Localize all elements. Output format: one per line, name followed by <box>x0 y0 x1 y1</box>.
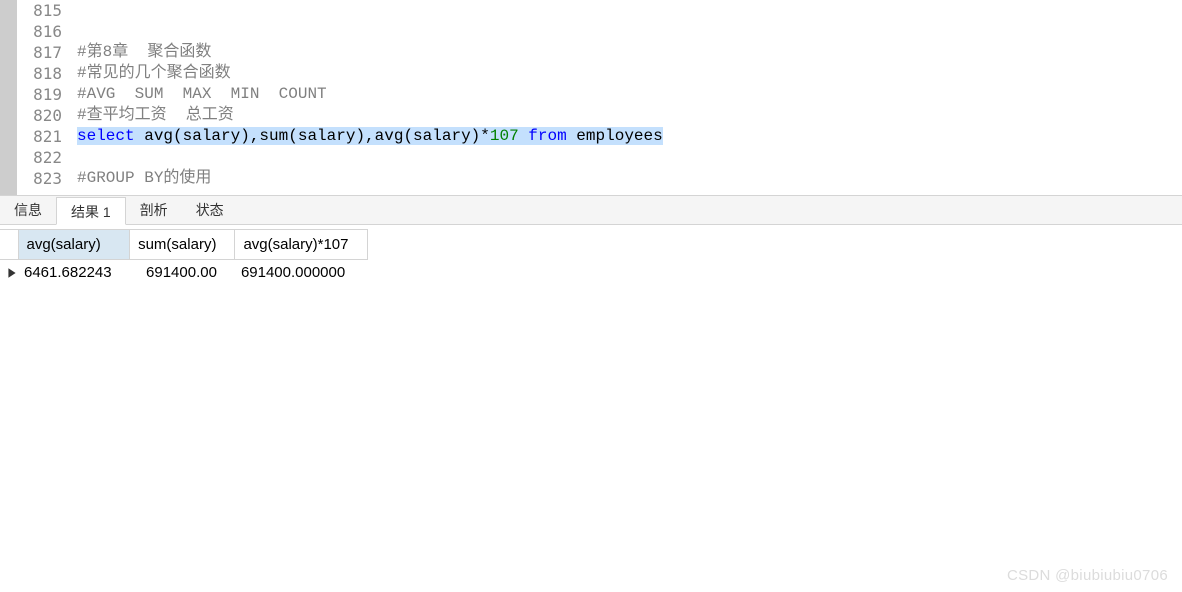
result-tab[interactable]: 状态 <box>182 196 238 224</box>
line-number: 823 <box>17 168 77 189</box>
line-number: 815 <box>17 0 77 21</box>
result-tab[interactable]: 剖析 <box>126 196 182 224</box>
line-number: 816 <box>17 21 77 42</box>
line-number: 822 <box>17 147 77 168</box>
column-header[interactable]: sum(salary) <box>130 230 235 260</box>
row-indicator-header <box>0 230 18 260</box>
code-line[interactable]: 815 <box>17 0 1182 21</box>
editor-scrollbar-thumb[interactable] <box>0 0 17 195</box>
line-content[interactable]: #AVG SUM MAX MIN COUNT <box>77 84 1182 105</box>
cell[interactable]: 691400.00 <box>130 260 235 286</box>
line-content[interactable]: #查平均工资 总工资 <box>77 105 1182 126</box>
results-panel: avg(salary)sum(salary)avg(salary)*107646… <box>0 229 1182 285</box>
code-line[interactable]: 816 <box>17 21 1182 42</box>
result-tab[interactable]: 结果 1 <box>56 197 126 225</box>
line-content[interactable]: #GROUP BY的使用 <box>77 168 1182 189</box>
line-content[interactable]: #常见的几个聚合函数 <box>77 63 1182 84</box>
table-row[interactable]: 6461.682243691400.00691400.000000 <box>0 260 367 286</box>
code-line[interactable]: 820#查平均工资 总工资 <box>17 105 1182 126</box>
row-indicator-icon <box>0 260 18 286</box>
line-content[interactable]: #第8章 聚合函数 <box>77 42 1182 63</box>
code-line[interactable]: 823#GROUP BY的使用 <box>17 168 1182 189</box>
line-number: 819 <box>17 84 77 105</box>
code-editor[interactable]: 815816817#第8章 聚合函数818#常见的几个聚合函数819#AVG S… <box>17 0 1182 195</box>
code-line[interactable]: 822 <box>17 147 1182 168</box>
line-content[interactable] <box>77 0 1182 21</box>
line-number: 820 <box>17 105 77 126</box>
line-number: 821 <box>17 126 77 147</box>
cell[interactable]: 691400.000000 <box>235 260 367 286</box>
selection-highlight: select avg(salary),sum(salary),avg(salar… <box>77 127 663 145</box>
line-content[interactable]: select avg(salary),sum(salary),avg(salar… <box>77 126 1182 147</box>
line-content[interactable] <box>77 147 1182 168</box>
line-content[interactable] <box>77 21 1182 42</box>
code-line[interactable]: 818#常见的几个聚合函数 <box>17 63 1182 84</box>
code-line[interactable]: 819#AVG SUM MAX MIN COUNT <box>17 84 1182 105</box>
line-number: 817 <box>17 42 77 63</box>
code-line[interactable]: 821select avg(salary),sum(salary),avg(sa… <box>17 126 1182 147</box>
result-tab[interactable]: 信息 <box>0 196 56 224</box>
code-line[interactable]: 817#第8章 聚合函数 <box>17 42 1182 63</box>
column-header[interactable]: avg(salary)*107 <box>235 230 367 260</box>
editor-scrollbar[interactable] <box>0 0 17 195</box>
result-tabs-bar: 信息结果 1剖析状态 <box>0 195 1182 225</box>
results-table[interactable]: avg(salary)sum(salary)avg(salary)*107646… <box>0 229 368 285</box>
column-header[interactable]: avg(salary) <box>18 230 130 260</box>
cell[interactable]: 6461.682243 <box>18 260 130 286</box>
watermark: CSDN @biubiubiu0706 <box>1007 567 1168 584</box>
line-number: 818 <box>17 63 77 84</box>
